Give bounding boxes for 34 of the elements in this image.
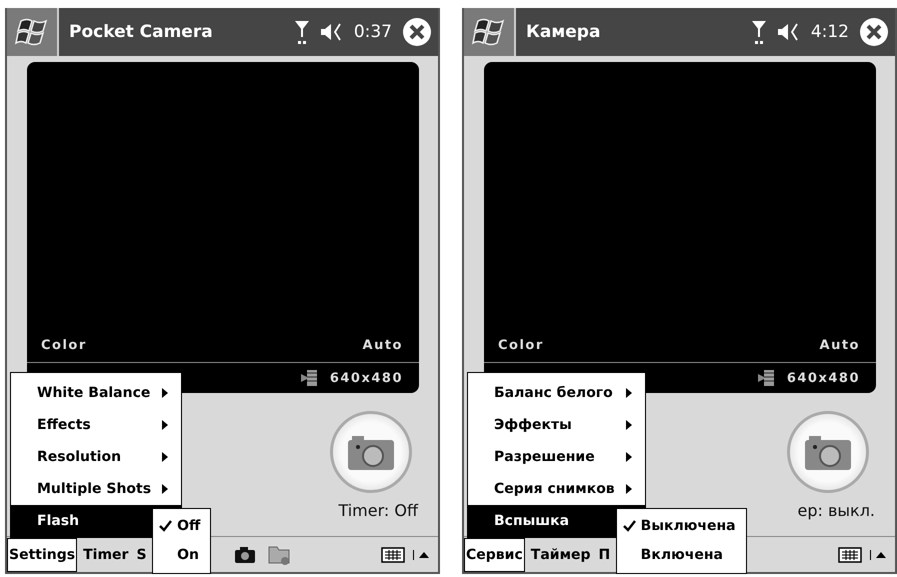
menu-bar-item[interactable]: П (596, 538, 612, 572)
submenu-item[interactable]: On (159, 540, 200, 569)
color-mode: Color (41, 338, 87, 352)
menu-bar-item[interactable]: Сервис (464, 538, 525, 572)
balance-mode-label: Auto (820, 338, 860, 352)
checkmark-icon (159, 520, 172, 532)
menu-bar-item[interactable]: Settings (7, 538, 78, 572)
camera-icon[interactable] (234, 546, 256, 564)
windows-flag-icon[interactable] (15, 17, 49, 47)
signal-antenna-icon[interactable] (750, 19, 767, 45)
menu-bar-item[interactable]: S (134, 538, 149, 572)
window-title: Камера (526, 22, 602, 42)
clock: 4:12 (810, 22, 849, 42)
folder-icon[interactable] (268, 544, 292, 566)
close-icon[interactable] (859, 17, 889, 47)
resolution: 640x480 (330, 370, 403, 386)
keyboard-icon[interactable] (838, 546, 862, 564)
up-arrow-icon[interactable] (418, 550, 430, 560)
keyboard-icon[interactable] (381, 546, 405, 564)
menu-bar-item[interactable]: Timer (81, 538, 130, 572)
clock: 0:37 (354, 22, 392, 42)
signal-antenna-icon[interactable] (294, 19, 310, 45)
windows-flag-icon[interactable] (472, 17, 506, 47)
checkmark-icon (622, 520, 636, 532)
timer-label: Timer: Off (338, 501, 418, 520)
timer-label: ер: выкл. (797, 501, 875, 520)
up-arrow-icon[interactable] (875, 550, 887, 560)
resolution: 640x480 (786, 370, 860, 386)
close-icon[interactable] (402, 17, 432, 47)
window-title: Pocket Camera (69, 22, 214, 42)
submenu-item[interactable]: Включена (622, 540, 736, 569)
balance-mode-label: Auto (362, 338, 403, 352)
menu-bar-item[interactable]: Таймер (528, 538, 593, 572)
color-mode: Color (498, 338, 544, 352)
